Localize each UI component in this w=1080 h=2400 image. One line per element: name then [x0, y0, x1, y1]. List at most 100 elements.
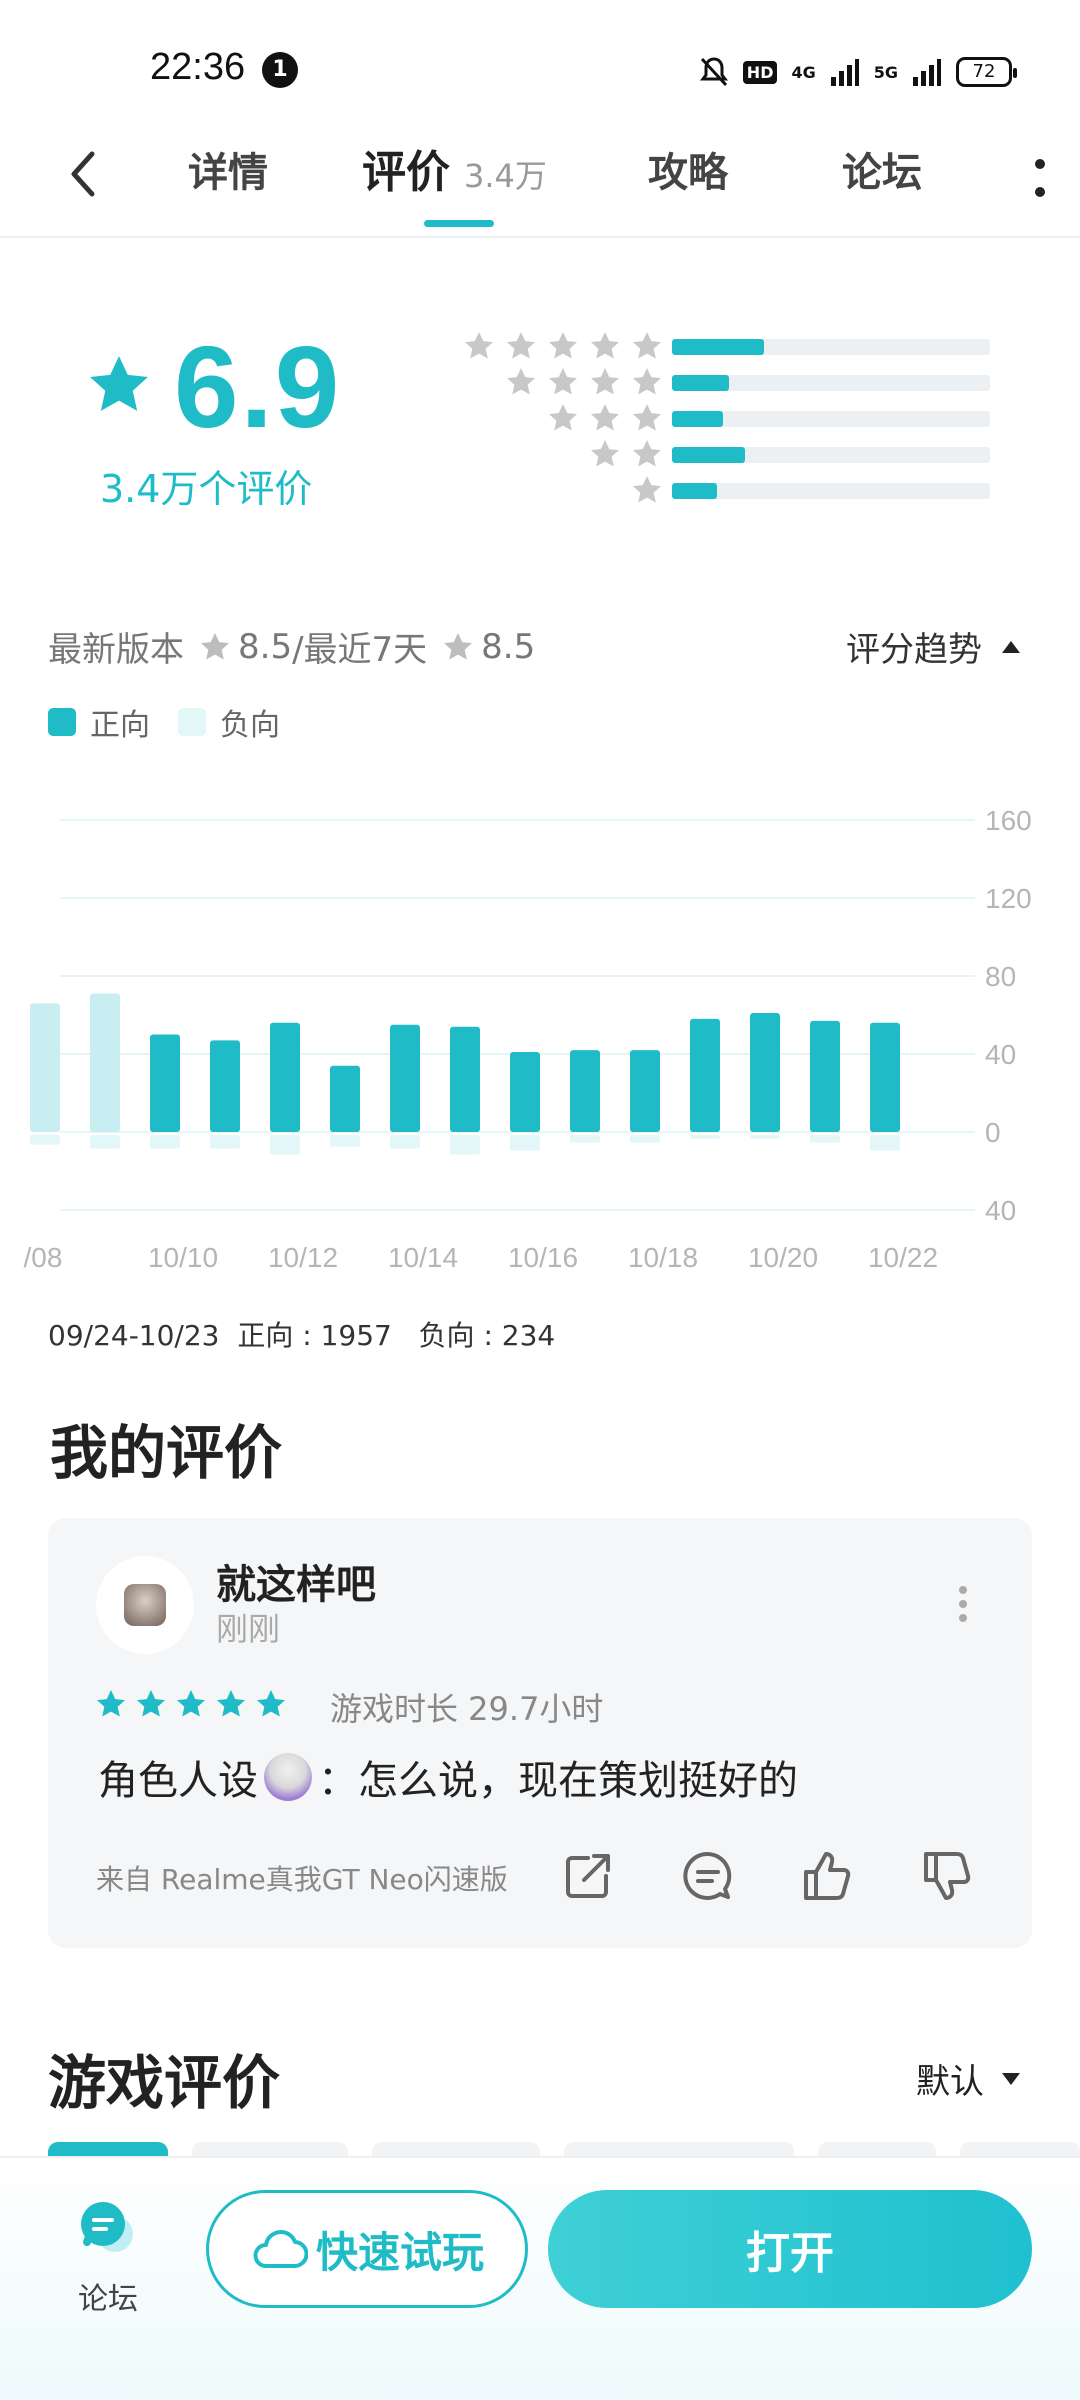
score-value: 6.9: [174, 322, 342, 452]
star-icon: [257, 1690, 285, 1717]
distribution-bar-fill: [672, 411, 723, 427]
comment-icon[interactable]: [678, 1846, 738, 1906]
review-time: 刚刚: [216, 1610, 281, 1648]
x-tick-label: 10/22: [868, 1242, 938, 1273]
negative-bar: [210, 1135, 240, 1149]
positive-bar: [630, 1050, 660, 1132]
negative-bar: [570, 1135, 600, 1143]
y-tick-label: 40: [985, 1039, 1016, 1070]
negative-bar: [150, 1135, 180, 1149]
sort-dropdown[interactable]: 默认: [916, 2054, 1020, 2103]
positive-bar: [270, 1022, 300, 1132]
review-text: 角色人设 ：怎么说，现在策划挺好的: [98, 1748, 798, 1806]
my-review-title: 我的评价: [50, 1419, 283, 1487]
tab-guides[interactable]: 攻略: [648, 140, 728, 198]
hd-icon: HD: [742, 60, 778, 84]
x-tick-label: 10/12: [268, 1242, 338, 1273]
tab-forum[interactable]: 论坛: [842, 140, 922, 198]
star-icon: [444, 632, 473, 660]
avatar[interactable]: [96, 1556, 194, 1654]
distribution-bar-track: [672, 375, 990, 391]
negative-bar: [270, 1135, 300, 1155]
x-tick-label: 10/10: [148, 1242, 218, 1273]
back-arrow-icon[interactable]: [62, 144, 106, 204]
distribution-bar-fill: [672, 339, 765, 355]
distribution-stars: [462, 330, 664, 362]
open-button[interactable]: 打开: [548, 2190, 1032, 2308]
negative-bar: [870, 1135, 900, 1151]
star-icon: [507, 368, 535, 395]
my-review-card: 就这样吧 刚刚 游戏时长 29.7小时 角色人设 ：怎么说，现在策划挺好的 来自 …: [48, 1518, 1032, 1948]
positive-bar: [390, 1024, 420, 1132]
notification-badge: 1: [262, 52, 298, 88]
positive-bar: [450, 1026, 480, 1132]
status-bar: 22:36 1 HD 4G 5G 72: [0, 0, 1080, 120]
more-vertical-icon[interactable]: [958, 1584, 968, 1624]
star-icon: [591, 332, 619, 359]
positive-bar: [330, 1065, 360, 1132]
period-summary: 09/24-10/23 正向 : 1957 负向 : 234: [48, 1319, 556, 1352]
active-tab-indicator: [424, 220, 494, 227]
tab-reviews-count: 3.4万: [464, 157, 547, 195]
rating-distribution: [456, 330, 996, 510]
distribution-bar-fill: [672, 447, 746, 463]
y-tick-label: 0: [985, 1117, 1001, 1148]
period-neg-value: 234: [501, 1319, 556, 1352]
review-device: 来自 Realme真我GT Neo闪速版: [96, 1863, 508, 1896]
more-vertical-icon[interactable]: [1030, 148, 1050, 208]
score-star-icon: [90, 356, 148, 411]
mute-bell-icon: [699, 57, 728, 87]
x-tick-label: 10/18: [628, 1242, 698, 1273]
thumbs-down-icon[interactable]: [918, 1846, 978, 1906]
distribution-row: [456, 438, 996, 474]
star-icon: [549, 404, 577, 431]
tab-reviews-label: 评价: [362, 147, 450, 198]
thumbs-up-icon[interactable]: [798, 1846, 858, 1906]
signal-bars-icon: [830, 59, 859, 86]
quick-try-button[interactable]: 快速试玩: [206, 2190, 528, 2308]
y-tick-label: 80: [985, 961, 1016, 992]
positive-bar: [870, 1022, 900, 1132]
review-stars: [94, 1688, 288, 1720]
star-icon: [633, 368, 661, 395]
star-icon: [591, 440, 619, 467]
tab-reviews[interactable]: 评价 3.4万: [362, 136, 547, 200]
forum-button[interactable]: 论坛: [60, 2194, 156, 2318]
quick-try-label: 快速试玩: [315, 2227, 484, 2277]
legend-negative-swatch: [178, 708, 206, 736]
collapse-triangle-icon: [1002, 640, 1020, 653]
forum-chat-icon: [81, 2202, 133, 2252]
x-tick-label: 10/14: [388, 1242, 458, 1273]
review-count: 3.4万个评价: [100, 467, 313, 511]
score-trend-toggle[interactable]: 评分趋势: [846, 622, 1020, 671]
negative-bar: [450, 1135, 480, 1155]
review-username[interactable]: 就这样吧: [216, 1552, 376, 1610]
negative-bar: [390, 1135, 420, 1149]
signal-5g-icon: 5G: [873, 62, 898, 82]
tab-details[interactable]: 详情: [188, 140, 268, 198]
distribution-bar-fill: [672, 483, 717, 499]
positive-bar: [570, 1050, 600, 1132]
distribution-row: [456, 402, 996, 438]
signal-bars-icon-2: [913, 59, 941, 86]
negative-bar: [30, 1135, 60, 1145]
cloud-icon: [253, 2230, 308, 2268]
distribution-bar-track: [672, 483, 990, 499]
period-range: 09/24-10/23: [48, 1319, 220, 1352]
status-time: 22:36: [150, 46, 246, 88]
distribution-row: [456, 330, 996, 366]
period-pos-label: 正向: [237, 1319, 294, 1352]
y-tick-label: 120: [985, 883, 1032, 914]
distribution-stars: [630, 474, 664, 506]
negative-bar: [90, 1135, 120, 1149]
dropdown-triangle-icon: [1002, 2072, 1020, 2085]
legend-positive-swatch: [48, 708, 76, 736]
distribution-bar-track: [672, 447, 990, 463]
star-icon: [507, 332, 535, 359]
share-icon[interactable]: [558, 1846, 618, 1906]
positive-bar: [150, 1034, 180, 1132]
signal-4g-icon: 4G: [791, 62, 816, 82]
star-icon: [549, 332, 577, 359]
score-trend-label: 评分趋势: [846, 630, 982, 670]
distribution-stars: [588, 438, 664, 470]
